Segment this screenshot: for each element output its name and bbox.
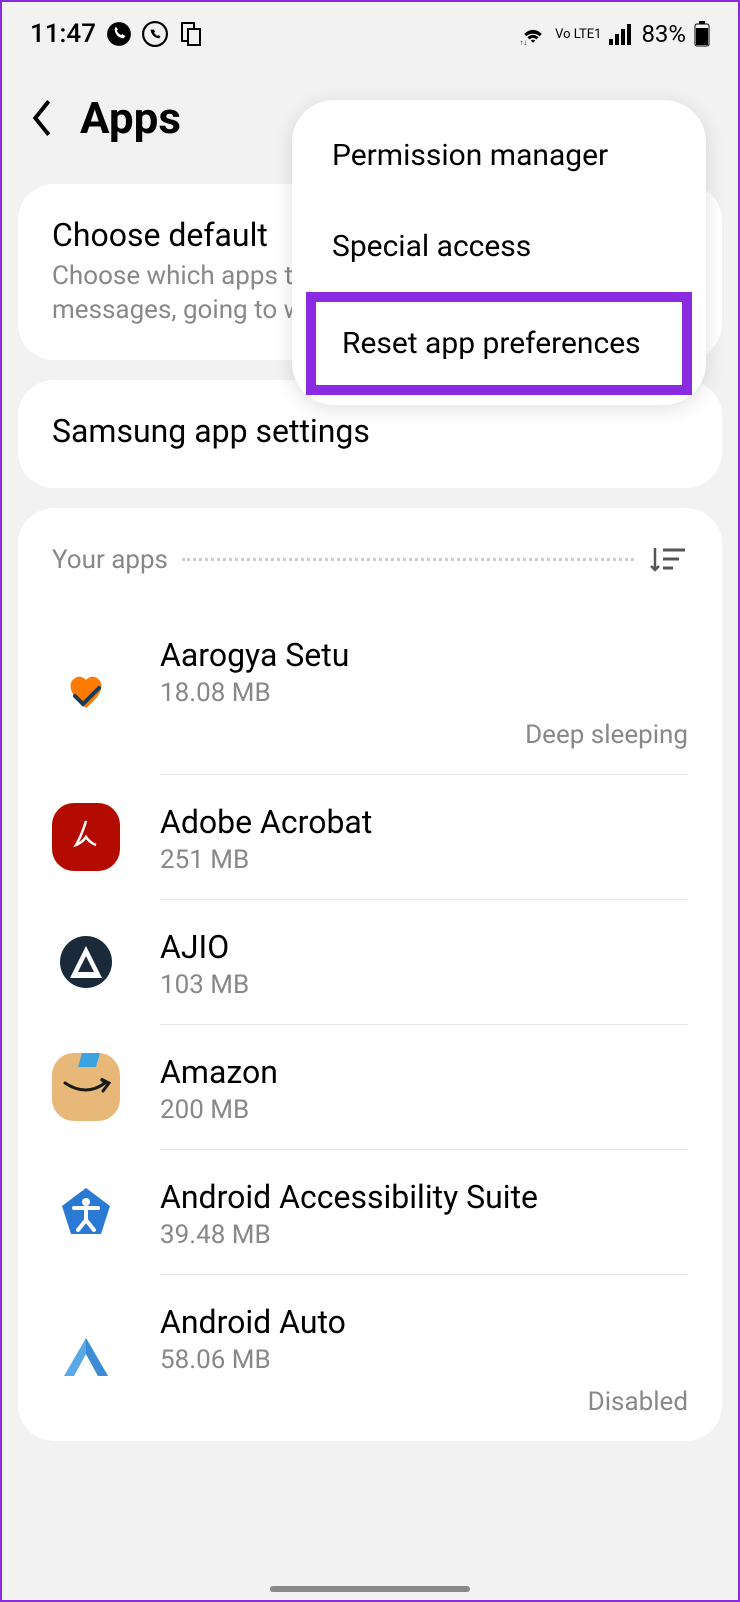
network-label: Vo LTE1 xyxy=(555,28,601,41)
app-name: Aarogya Setu xyxy=(160,636,688,674)
app-name: Adobe Acrobat xyxy=(160,803,688,841)
app-size: 39.48 MB xyxy=(160,1220,688,1250)
menu-special-access[interactable]: Special access xyxy=(292,201,706,292)
app-size: 58.06 MB xyxy=(160,1345,688,1375)
app-size: 18.08 MB xyxy=(160,678,688,708)
dots-divider xyxy=(182,558,634,561)
app-size: 200 MB xyxy=(160,1095,688,1125)
app-row-auto[interactable]: Android Auto 58.06 MB Disabled xyxy=(18,1275,722,1441)
menu-permission-manager[interactable]: Permission manager xyxy=(292,110,706,201)
signal-icon xyxy=(609,23,633,45)
status-time: 11:47 xyxy=(30,19,96,49)
battery-percent: 83% xyxy=(641,20,686,48)
device-icon xyxy=(178,21,202,47)
page-title: Apps xyxy=(80,92,181,144)
status-bar: 11:47 ↑↓ Vo LTE1 83% xyxy=(2,2,738,62)
app-status: Deep sleeping xyxy=(160,720,688,750)
battery-icon xyxy=(694,21,710,47)
app-row-amazon[interactable]: Amazon 200 MB xyxy=(18,1025,722,1150)
whatsapp-icon xyxy=(142,21,168,47)
app-size: 251 MB xyxy=(160,845,688,875)
app-row-acrobat[interactable]: Adobe Acrobat 251 MB xyxy=(18,775,722,900)
back-button[interactable] xyxy=(22,98,62,138)
app-icon-aarogya xyxy=(52,657,120,725)
app-row-ajio[interactable]: AJIO 103 MB xyxy=(18,900,722,1025)
your-apps-label: Your apps xyxy=(52,545,168,575)
app-name: Android Accessibility Suite xyxy=(160,1178,688,1216)
home-indicator[interactable] xyxy=(270,1586,470,1592)
app-status: Disabled xyxy=(160,1387,688,1417)
app-size: 103 MB xyxy=(160,970,688,1000)
app-row-aarogya[interactable]: Aarogya Setu 18.08 MB Deep sleeping xyxy=(18,608,722,775)
app-name: Android Auto xyxy=(160,1303,688,1341)
app-icon-accessibility xyxy=(52,1178,120,1246)
svg-text:↑↓: ↑↓ xyxy=(520,38,528,45)
app-icon-auto xyxy=(52,1324,120,1392)
sort-button[interactable] xyxy=(648,540,688,580)
app-name: AJIO xyxy=(160,928,688,966)
phone-icon xyxy=(106,21,132,47)
app-row-accessibility[interactable]: Android Accessibility Suite 39.48 MB xyxy=(18,1150,722,1275)
app-icon-ajio xyxy=(52,928,120,996)
app-name: Amazon xyxy=(160,1053,688,1091)
wifi-icon: ↑↓ xyxy=(519,23,547,45)
menu-reset-app-preferences[interactable]: Reset app preferences xyxy=(306,292,692,395)
apps-list: Your apps Aarogya Setu 18.08 MB Deep sle… xyxy=(18,508,722,1441)
samsung-settings-title: Samsung app settings xyxy=(52,412,688,450)
app-icon-amazon xyxy=(52,1053,120,1121)
overflow-menu: Permission manager Special access Reset … xyxy=(292,100,706,405)
app-icon-acrobat xyxy=(52,803,120,871)
